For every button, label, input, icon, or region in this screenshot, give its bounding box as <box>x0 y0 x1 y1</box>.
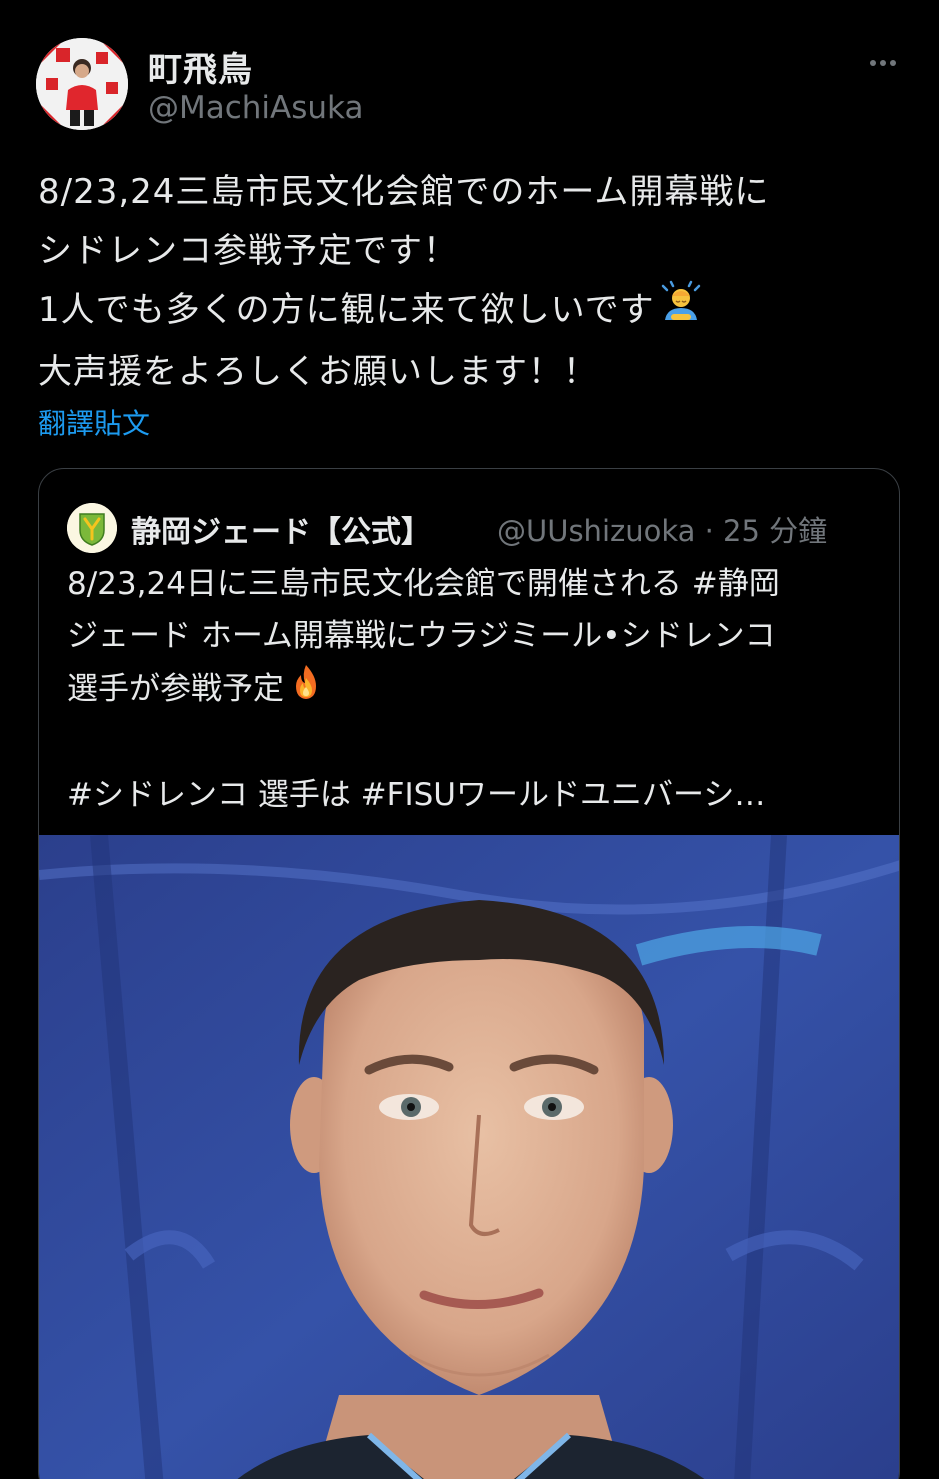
player-portrait-photo[interactable] <box>39 835 899 1479</box>
tweet-body: 8/23,24三島市民文化会館でのホーム開幕戦に シドレンコ参戦予定です！ 1人… <box>38 163 908 401</box>
more-horizontal-icon-dot <box>880 60 886 66</box>
tweet-text-line: 1人でも多くの方に観に来て欲しいです <box>38 280 908 343</box>
more-options-button[interactable] <box>863 48 903 78</box>
tweet-text-line: 8/23,24三島市民文化会館でのホーム開幕戦に <box>38 172 770 212</box>
tweet-text-line: 大声援をよろしくお願いします！！ <box>38 351 598 392</box>
quoted-author-handle-time: @UUshizuoka · 25 分鐘 <box>497 514 828 548</box>
quoted-text-line: #シドレンコ 選手は #FISUワールドユニバーシ… <box>67 777 766 813</box>
man-bowing-emoji-icon <box>659 280 703 343</box>
author-display-name[interactable]: 町飛鳥 <box>148 42 253 91</box>
player-portrait-image <box>39 835 899 1479</box>
profile-photo-icon <box>36 38 128 130</box>
author-avatar[interactable] <box>36 38 128 130</box>
quoted-author-display-name[interactable]: 静岡ジェード【公式】 <box>131 507 431 551</box>
more-horizontal-icon <box>870 60 876 66</box>
club-logo-icon <box>67 503 117 553</box>
fire-emoji-icon <box>286 662 326 719</box>
tweet-text-segment: 1人でも多くの方に観に来て欲しいです <box>38 289 655 330</box>
author-handle[interactable]: @MachiAsuka <box>148 90 363 126</box>
tweet-detail-page: 町飛鳥 @MachiAsuka 8/23,24三島市民文化会館でのホーム開幕戦に… <box>0 0 939 1479</box>
quoted-text-line: 8/23,24日に三島市民文化会館で開催される #静岡 <box>67 566 780 602</box>
quoted-text-line: ジェード ホーム開幕戦にウラジミール•シドレンコ <box>67 617 776 654</box>
tweet-header: 町飛鳥 @MachiAsuka <box>36 38 903 134</box>
quoted-text-blank-line <box>67 719 879 771</box>
more-horizontal-icon-dot <box>890 60 896 66</box>
quoted-text-line: 選手が参戦予定 <box>67 662 879 719</box>
translate-post-link[interactable]: 翻譯貼文 <box>38 402 150 442</box>
quoted-tweet-card[interactable]: 静岡ジェード【公式】 @UUshizuoka · 25 分鐘 8/23,24日に… <box>38 468 900 1479</box>
quoted-text-segment: 選手が参戦予定 <box>67 670 284 707</box>
tweet-text-line: シドレンコ参戦予定です！ <box>38 230 458 271</box>
quoted-tweet-body: 8/23,24日に三島市民文化会館で開催される #静岡 ジェード ホーム開幕戦に… <box>67 559 879 822</box>
quoted-author-avatar[interactable] <box>67 503 117 553</box>
quoted-tweet-header: 静岡ジェード【公式】 @UUshizuoka · 25 分鐘 <box>67 503 879 553</box>
